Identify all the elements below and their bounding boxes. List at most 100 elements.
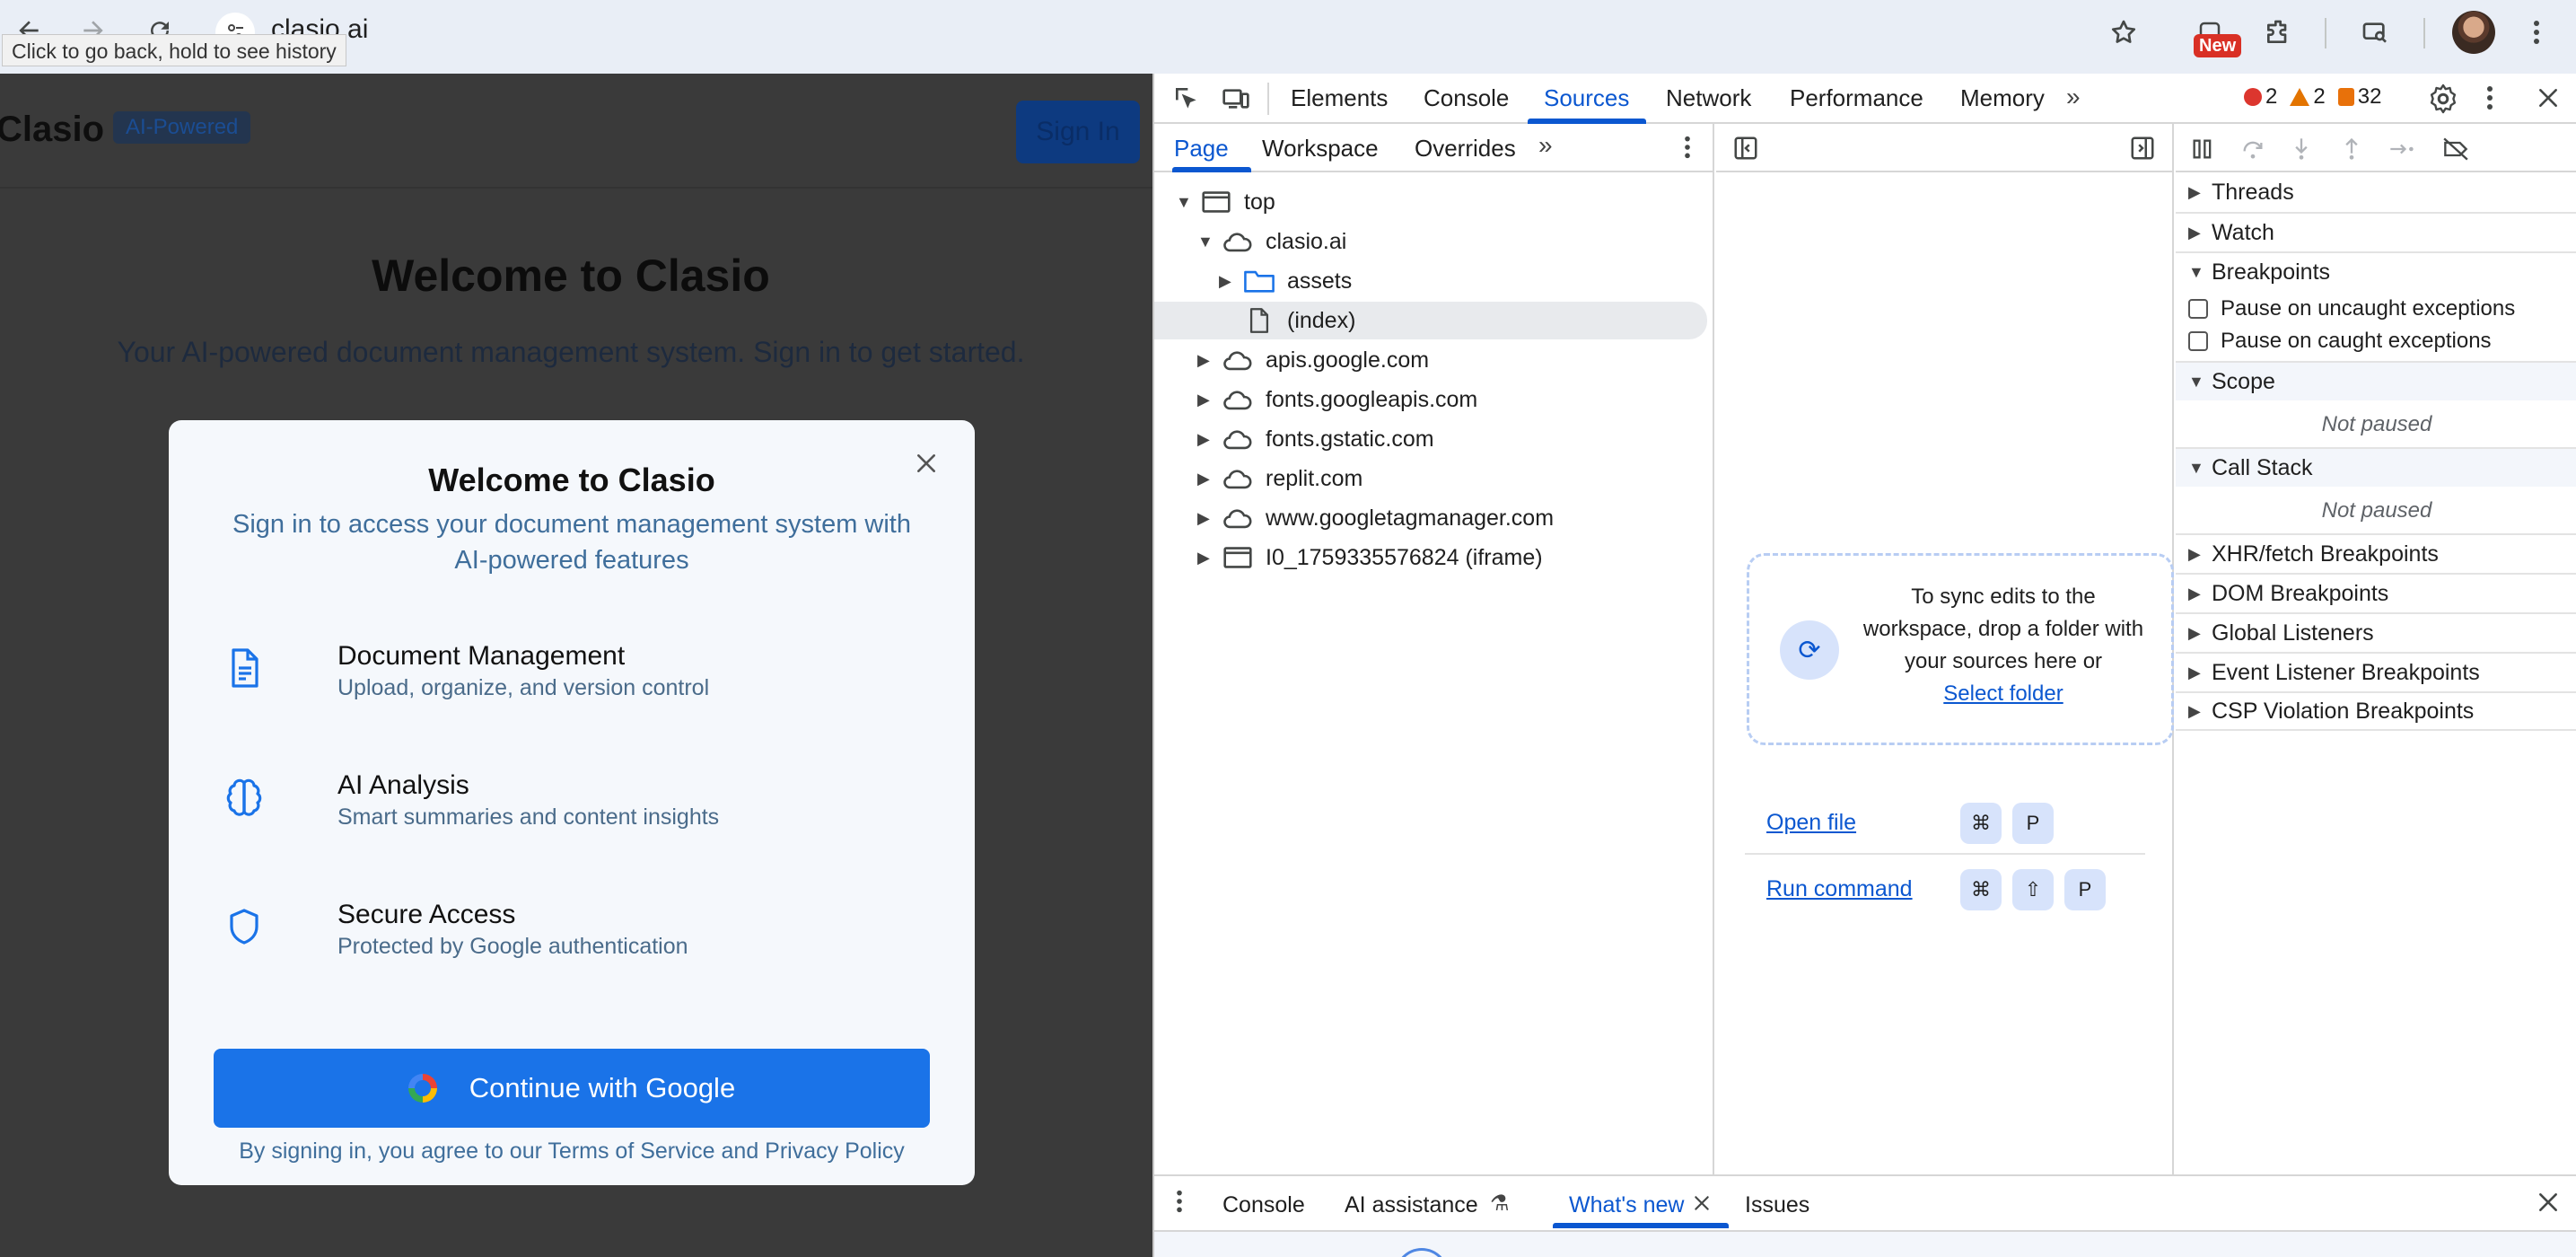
toggle-navigator-icon[interactable] bbox=[1732, 135, 1759, 162]
kebab-menu-icon[interactable] bbox=[2486, 84, 2504, 113]
browser-toolbar: clasio.ai Click to go back, hold to see … bbox=[0, 0, 2576, 74]
kebab-menu-icon[interactable] bbox=[1684, 135, 1693, 162]
tree-item-label: I0_1759335576824 (iframe) bbox=[1266, 544, 1543, 570]
warning-count: 2 bbox=[2290, 84, 2326, 110]
hero-subtitle: Your AI-powered document management syst… bbox=[117, 336, 1025, 368]
tab-console[interactable]: Console bbox=[1424, 84, 1509, 112]
event-listener-breakpoints-section[interactable]: ▶ Event Listener Breakpoints bbox=[2176, 652, 2576, 691]
tree-item-clasio[interactable]: ▼ clasio.ai bbox=[1197, 223, 1346, 260]
kebab-menu-icon[interactable] bbox=[1176, 1189, 1185, 1217]
continue-with-google-button[interactable]: Continue with Google bbox=[214, 1049, 930, 1128]
tree-item-index[interactable]: (index) bbox=[1154, 302, 1707, 339]
tree-item-domain[interactable]: ▶ fonts.gstatic.com bbox=[1197, 420, 1434, 458]
pause-caught-checkbox[interactable]: Pause on caught exceptions bbox=[2176, 325, 2576, 357]
bookmark-star-icon[interactable] bbox=[2104, 13, 2143, 52]
section-label: DOM Breakpoints bbox=[2212, 580, 2389, 606]
pause-icon[interactable] bbox=[2188, 135, 2217, 163]
drawer-tab-ai-assistance[interactable]: AI assistance bbox=[1345, 1192, 1478, 1218]
expanded-triangle-icon: ▼ bbox=[2188, 262, 2204, 281]
threads-section[interactable]: ▶ Threads bbox=[2176, 172, 2576, 212]
global-listeners-section[interactable]: ▶ Global Listeners bbox=[2176, 612, 2576, 652]
console-counts[interactable]: 2 2 32 bbox=[2244, 84, 2381, 110]
tab-network[interactable]: Network bbox=[1666, 84, 1751, 112]
toggle-debugger-icon[interactable] bbox=[2129, 135, 2156, 162]
close-icon[interactable] bbox=[2537, 86, 2562, 111]
more-tabs-icon[interactable]: » bbox=[1538, 131, 1553, 160]
open-file-link[interactable]: Open file bbox=[1766, 810, 1856, 836]
drawer-tab-issues[interactable]: Issues bbox=[1745, 1192, 1809, 1218]
tab-sources[interactable]: Sources bbox=[1544, 84, 1629, 112]
brand-logo-text[interactable]: Clasio bbox=[0, 110, 104, 150]
section-label: Call Stack bbox=[2212, 454, 2313, 480]
scope-section[interactable]: ▼ Scope bbox=[2176, 361, 2576, 400]
step-into-icon[interactable] bbox=[2287, 135, 2316, 163]
new-badge: New bbox=[2194, 34, 2242, 57]
call-stack-section[interactable]: ▼ Call Stack bbox=[2176, 447, 2576, 487]
tab-overrides[interactable]: Overrides bbox=[1415, 135, 1516, 163]
close-drawer-icon[interactable] bbox=[2537, 1191, 2562, 1216]
close-icon[interactable] bbox=[1693, 1189, 1714, 1216]
tab-page[interactable]: Page bbox=[1174, 135, 1229, 163]
back-tooltip: Click to go back, hold to see history bbox=[2, 34, 346, 66]
whats-new-illustration bbox=[1395, 1248, 1449, 1257]
watch-section[interactable]: ▶ Watch bbox=[2176, 212, 2576, 251]
tree-item-domain[interactable]: ▶ replit.com bbox=[1197, 460, 1362, 497]
xhr-breakpoints-section[interactable]: ▶ XHR/fetch Breakpoints bbox=[2176, 533, 2576, 573]
extensions-icon[interactable] bbox=[2258, 13, 2298, 52]
csp-violation-breakpoints-section[interactable]: ▶ CSP Violation Breakpoints bbox=[2176, 691, 2576, 731]
tree-item-assets[interactable]: ▶ assets bbox=[1219, 262, 1352, 300]
more-tabs-icon[interactable]: » bbox=[2066, 83, 2081, 111]
tab-workspace[interactable]: Workspace bbox=[1262, 135, 1379, 163]
tree-item-iframe[interactable]: ▶ I0_1759335576824 (iframe) bbox=[1197, 539, 1543, 576]
run-command-link[interactable]: Run command bbox=[1766, 876, 1913, 902]
breakpoints-section[interactable]: ▼ Breakpoints bbox=[2176, 251, 2576, 291]
step-out-icon[interactable] bbox=[2337, 135, 2366, 163]
toolbar-divider bbox=[1267, 83, 1269, 115]
checkbox[interactable] bbox=[2188, 331, 2208, 351]
flask-icon: ⚗ bbox=[1490, 1191, 1510, 1216]
drawer-tab-whats-new[interactable]: What's new bbox=[1569, 1192, 1684, 1218]
header-sign-in-button[interactable]: Sign In bbox=[1016, 101, 1140, 163]
pause-uncaught-checkbox[interactable]: Pause on uncaught exceptions bbox=[2176, 293, 2576, 325]
page-header: Clasio AI-Powered Sign In bbox=[0, 74, 1152, 189]
inspect-element-icon[interactable] bbox=[1172, 84, 1201, 113]
tab-performance[interactable]: Performance bbox=[1790, 84, 1923, 112]
profile-avatar[interactable] bbox=[2452, 11, 2495, 54]
tree-item-domain[interactable]: ▶ fonts.googleapis.com bbox=[1197, 381, 1477, 418]
tab-memory[interactable]: Memory bbox=[1960, 84, 2045, 112]
command-key: ⌘ bbox=[1960, 869, 2002, 910]
collapsed-triangle-icon: ▶ bbox=[1197, 469, 1210, 488]
device-toolbar-icon[interactable] bbox=[1221, 84, 1251, 113]
gear-icon[interactable] bbox=[2427, 83, 2459, 115]
feature-description: Upload, organize, and version control bbox=[337, 675, 710, 700]
tab-elements[interactable]: Elements bbox=[1291, 84, 1388, 112]
drawer-tab-console[interactable]: Console bbox=[1222, 1192, 1305, 1218]
feature-title: AI Analysis bbox=[337, 770, 469, 800]
modal-title: Welcome to Clasio bbox=[428, 461, 715, 498]
collapsed-triangle-icon: ▶ bbox=[1197, 390, 1210, 409]
tree-item-top[interactable]: ▼ top bbox=[1176, 183, 1275, 221]
toolbar-divider bbox=[2423, 18, 2425, 48]
tree-item-domain[interactable]: ▶ apis.google.com bbox=[1197, 341, 1429, 379]
tree-item-label: (index) bbox=[1287, 307, 1356, 333]
feature-item: Document Management Upload, organize, an… bbox=[214, 628, 932, 709]
open-file-shortcut: Open file ⌘ P bbox=[1745, 790, 2145, 855]
checkbox[interactable] bbox=[2188, 299, 2208, 319]
select-folder-link[interactable]: Select folder bbox=[1943, 681, 2063, 706]
step-icon[interactable] bbox=[2388, 135, 2416, 163]
sign-in-modal: Welcome to Clasio Sign in to access your… bbox=[169, 420, 975, 1185]
dom-breakpoints-section[interactable]: ▶ DOM Breakpoints bbox=[2176, 573, 2576, 612]
kebab-menu-icon[interactable] bbox=[2517, 13, 2556, 52]
tree-item-domain[interactable]: ▶ www.googletagmanager.com bbox=[1197, 499, 1554, 537]
checkbox-label: Pause on caught exceptions bbox=[2221, 329, 2492, 353]
workspace-drop-zone[interactable]: ⟳ To sync edits to the workspace, drop a… bbox=[1747, 553, 2174, 745]
deactivate-breakpoints-icon[interactable] bbox=[2441, 135, 2470, 163]
feature-item: AI Analysis Smart summaries and content … bbox=[214, 758, 932, 839]
error-icon bbox=[2244, 88, 2262, 106]
section-label: Scope bbox=[2212, 368, 2275, 394]
tab-search-icon[interactable] bbox=[2355, 13, 2395, 52]
tree-item-label: fonts.gstatic.com bbox=[1266, 426, 1434, 452]
cloud-icon bbox=[1222, 387, 1253, 412]
step-over-icon[interactable] bbox=[2239, 135, 2267, 163]
omnibox[interactable] bbox=[208, 7, 2129, 57]
